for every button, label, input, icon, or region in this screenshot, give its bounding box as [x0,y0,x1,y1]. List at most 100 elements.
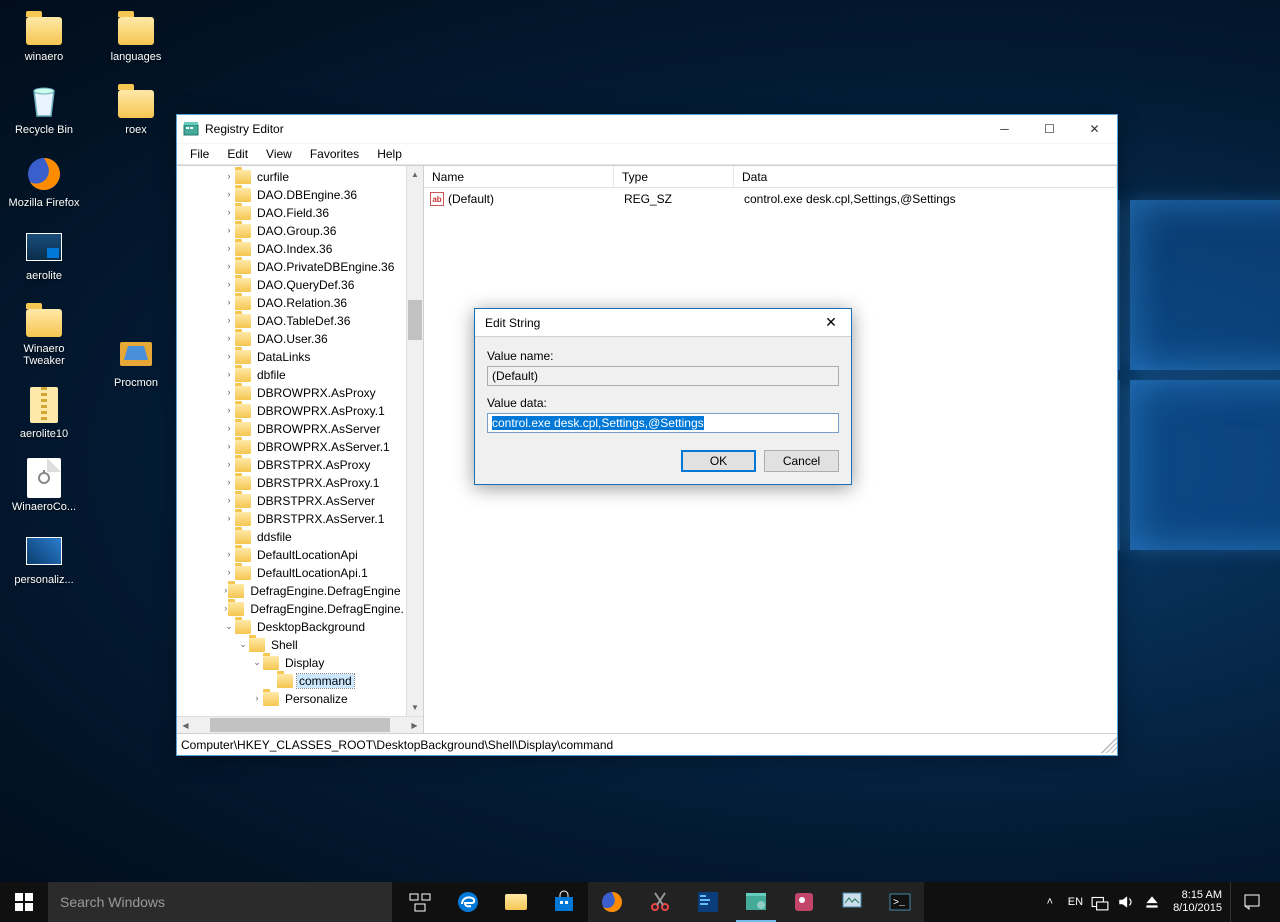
scrollbar-thumb[interactable] [408,300,422,340]
expand-icon[interactable]: › [223,478,235,488]
tree-node[interactable]: ›DefaultLocationApi [181,546,406,564]
tree-node[interactable]: ›DAO.User.36 [181,330,406,348]
taskbar-tweaker[interactable] [684,882,732,922]
expand-icon[interactable]: › [223,352,235,362]
taskbar-paint[interactable] [828,882,876,922]
desktop-icon-winaeroco[interactable]: WinaeroCo... [8,458,80,513]
column-data[interactable]: Data [734,166,1117,187]
desktop-icon-winaero[interactable]: winaero [8,8,80,63]
regedit-tree[interactable]: ›curfile›DAO.DBEngine.36›DAO.Field.36›DA… [177,166,406,716]
eject-icon[interactable] [1143,893,1161,911]
expand-icon[interactable]: › [223,388,235,398]
tree-node[interactable]: ›dbfile [181,366,406,384]
tray-overflow-button[interactable]: ˄ [1040,896,1060,908]
taskbar-snipping[interactable] [636,882,684,922]
column-name[interactable]: Name [424,166,614,187]
resize-grip[interactable] [1101,737,1117,753]
search-box[interactable]: Search Windows [48,882,392,922]
column-type[interactable]: Type [614,166,734,187]
tree-node[interactable]: ›DBRSTPRX.AsProxy [181,456,406,474]
tree-node[interactable]: ⌄DesktopBackground [181,618,406,636]
value-row[interactable]: ab (Default) REG_SZ control.exe desk.cpl… [424,190,1117,208]
desktop-icon-recycle-bin[interactable]: Recycle Bin [8,81,80,136]
expand-icon[interactable]: › [223,370,235,380]
tree-node[interactable]: ›DAO.Relation.36 [181,294,406,312]
tree-node[interactable]: ›DBRSTPRX.AsProxy.1 [181,474,406,492]
expand-icon[interactable]: › [223,424,235,434]
desktop-icon-procmon[interactable]: Procmon [100,334,172,389]
menu-file[interactable]: File [182,145,217,163]
expand-icon[interactable]: › [223,442,235,452]
action-center-button[interactable] [1230,882,1272,922]
tree-node[interactable]: ›DBRSTPRX.AsServer.1 [181,510,406,528]
tree-node[interactable]: ›DBROWPRX.AsServer [181,420,406,438]
desktop-icon-personaliz[interactable]: personaliz... [8,531,80,586]
expand-icon[interactable]: › [223,244,235,254]
collapse-icon[interactable]: ⌄ [223,622,235,632]
tree-node[interactable]: ⌄Display [181,654,406,672]
network-icon[interactable] [1091,893,1109,911]
expand-icon[interactable]: › [223,172,235,182]
menu-favorites[interactable]: Favorites [302,145,367,163]
tree-node[interactable]: ›DBROWPRX.AsProxy.1 [181,402,406,420]
expand-icon[interactable]: › [223,226,235,236]
expand-icon[interactable]: › [223,298,235,308]
expand-icon[interactable]: › [223,262,235,272]
dialog-titlebar[interactable]: Edit String ✕ [475,309,851,337]
taskbar-store[interactable] [540,882,588,922]
tree-node[interactable]: ›DAO.Group.36 [181,222,406,240]
tree-node[interactable]: ›DAO.DBEngine.36 [181,186,406,204]
tree-node[interactable]: ›DefaultLocationApi.1 [181,564,406,582]
maximize-button[interactable]: ☐ [1027,115,1072,143]
tree-node[interactable]: ›DBRSTPRX.AsServer [181,492,406,510]
ok-button[interactable]: OK [681,450,756,472]
task-view-button[interactable] [396,882,444,922]
taskbar-explorer[interactable] [492,882,540,922]
expand-icon[interactable]: › [223,514,235,524]
scrollbar-thumb[interactable] [210,718,390,732]
tree-node[interactable]: ›Personalize [181,690,406,708]
expand-icon[interactable]: › [223,280,235,290]
tree-node[interactable]: ›DefragEngine.DefragEngine. [181,600,406,618]
taskbar-regedit[interactable] [732,882,780,922]
expand-icon[interactable]: › [223,406,235,416]
tree-node[interactable]: ›DAO.QueryDef.36 [181,276,406,294]
expand-icon[interactable]: › [223,208,235,218]
clock[interactable]: 8:15 AM 8/10/2015 [1173,889,1222,915]
cancel-button[interactable]: Cancel [764,450,839,472]
desktop-icon-aerolite10[interactable]: aerolite10 [8,385,80,440]
desktop-icon-firefox[interactable]: Mozilla Firefox [8,154,80,209]
expand-icon[interactable]: › [223,496,235,506]
menu-view[interactable]: View [258,145,300,163]
expand-icon[interactable]: › [223,316,235,326]
taskbar-edge[interactable] [444,882,492,922]
tree-horizontal-scrollbar[interactable]: ◀ ▶ [177,716,423,733]
desktop-icon-winaero-tweaker[interactable]: Winaero Tweaker [8,300,80,367]
start-button[interactable] [0,882,48,922]
tree-node[interactable]: ›DBROWPRX.AsProxy [181,384,406,402]
dialog-close-button[interactable]: ✕ [811,314,851,331]
tree-node[interactable]: ›DataLinks [181,348,406,366]
expand-icon[interactable]: › [223,550,235,560]
tree-vertical-scrollbar[interactable]: ▲ ▼ [406,166,423,716]
tree-node[interactable]: ›DAO.PrivateDBEngine.36 [181,258,406,276]
minimize-button[interactable]: ─ [982,115,1027,143]
tree-node[interactable]: ›DAO.Field.36 [181,204,406,222]
menu-help[interactable]: Help [369,145,410,163]
expand-icon[interactable]: › [223,190,235,200]
tree-node[interactable]: ddsfile [181,528,406,546]
taskbar-app1[interactable] [780,882,828,922]
tree-node[interactable]: ›DBROWPRX.AsServer.1 [181,438,406,456]
tree-node[interactable]: command [181,672,406,690]
tree-node[interactable]: ›curfile [181,168,406,186]
expand-icon[interactable]: › [223,334,235,344]
expand-icon[interactable]: › [251,694,263,704]
collapse-icon[interactable]: ⌄ [237,640,249,650]
expand-icon[interactable]: › [223,460,235,470]
value-data-input[interactable]: control.exe desk.cpl,Settings,@Settings [487,413,839,433]
taskbar-cmd[interactable]: >_ [876,882,924,922]
regedit-titlebar[interactable]: Registry Editor ─ ☐ ✕ [177,115,1117,143]
desktop-icon-aerolite[interactable]: aerolite [8,227,80,282]
volume-icon[interactable] [1117,893,1135,911]
language-indicator[interactable]: EN [1068,896,1083,908]
